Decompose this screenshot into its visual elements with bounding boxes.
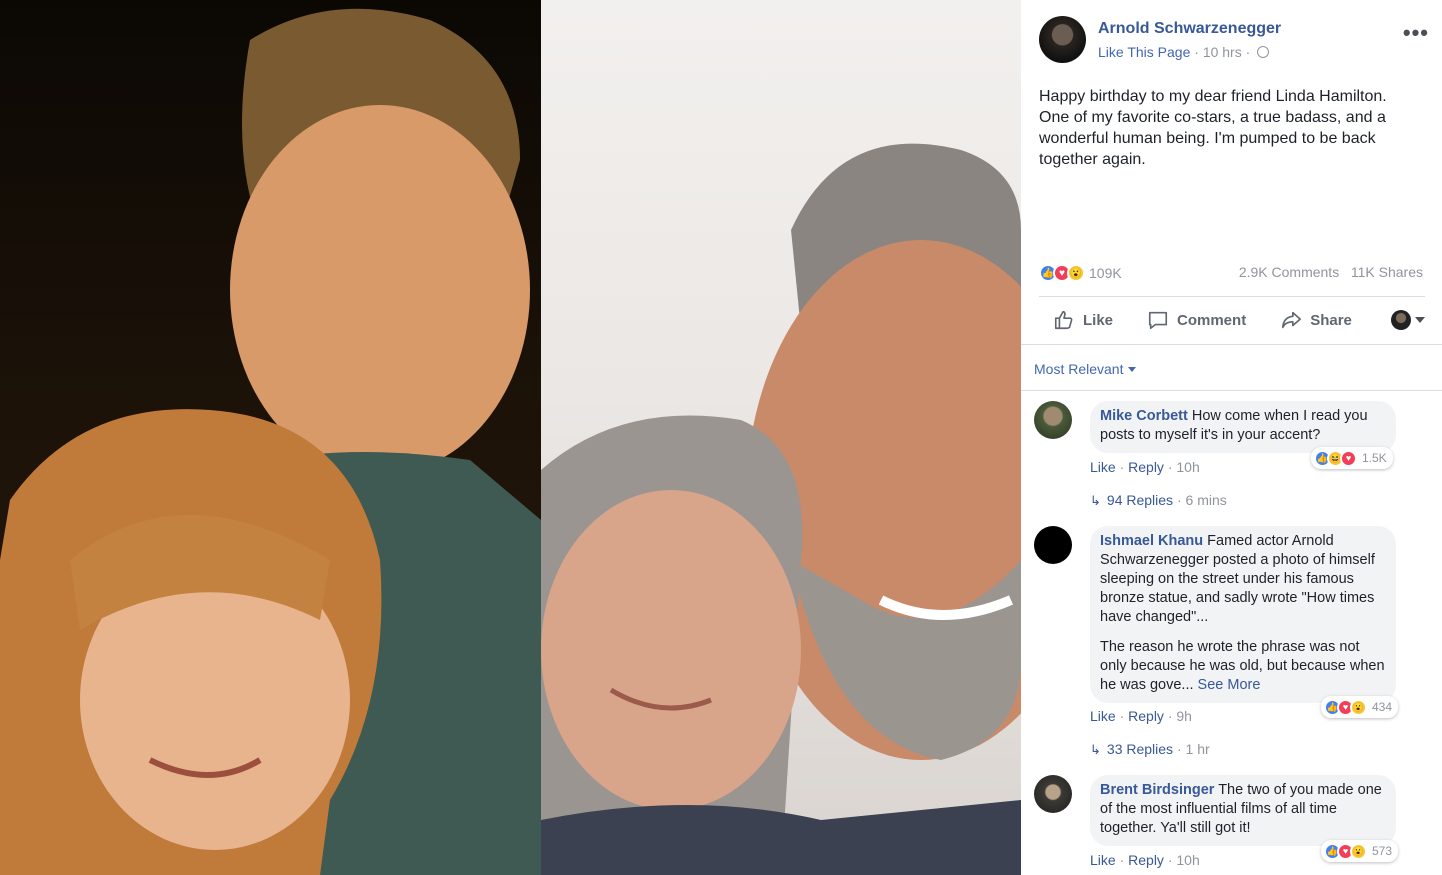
comment-time[interactable]: 9h (1176, 708, 1192, 724)
post-sidebar: Arnold Schwarzenegger Like This Page · 1… (1021, 0, 1442, 875)
comment-like-link[interactable]: Like (1090, 852, 1116, 868)
reaction-count: 1.5K (1362, 451, 1387, 465)
reaction-summary[interactable]: 👍 ♥ 😮 109K (1039, 264, 1122, 282)
comment-reactions[interactable]: 👍 ♥ 😮 573 (1321, 840, 1399, 862)
comment-reactions[interactable]: 👍 😆 ♥ 1.5K (1311, 447, 1393, 469)
love-icon: ♥ (1340, 449, 1357, 467)
post-header: Arnold Schwarzenegger Like This Page · 1… (1039, 16, 1429, 64)
stats-right: 2.9K Comments 11K Shares (1239, 264, 1423, 280)
comment-reactions[interactable]: 👍 ♥ 😮 434 (1321, 696, 1399, 718)
more-options-icon[interactable]: ••• (1403, 20, 1429, 46)
share-label: Share (1310, 311, 1352, 329)
commenter-avatar[interactable] (1034, 775, 1072, 813)
sort-dropdown[interactable]: Most Relevant (1034, 361, 1137, 377)
reaction-count: 434 (1372, 700, 1393, 714)
comment-item: Mike Corbett How come when I read you po… (1034, 401, 1434, 511)
share-icon (1282, 311, 1302, 329)
photo-right-selfie (541, 0, 1021, 875)
meta-sep: · (1194, 44, 1199, 60)
meta-sep-2: · (1245, 44, 1251, 60)
comments-count[interactable]: 2.9K Comments (1239, 264, 1339, 280)
comment-reply-link[interactable]: Reply (1128, 852, 1164, 868)
view-replies[interactable]: ↳ 33 Replies · 1 hr (1090, 741, 1210, 758)
commenter-avatar[interactable] (1034, 526, 1072, 564)
reaction-count: 109K (1089, 265, 1122, 281)
comment-bubble: Mike Corbett How come when I read you po… (1090, 401, 1396, 453)
comment-time[interactable]: 10h (1176, 852, 1199, 868)
view-replies[interactable]: ↳ 94 Replies · 6 mins (1090, 492, 1227, 509)
comment-reply-link[interactable]: Reply (1128, 459, 1164, 475)
comment-button[interactable]: Comment (1147, 309, 1246, 331)
comment-icon (1148, 311, 1168, 330)
like-page-link[interactable]: Like This Page (1098, 44, 1190, 60)
share-button[interactable]: Share (1280, 309, 1352, 331)
replies-link[interactable]: 33 Replies (1107, 741, 1173, 757)
comment-reply-link[interactable]: Reply (1128, 708, 1164, 724)
commenter-name[interactable]: Ishmael Khanu (1100, 533, 1203, 549)
caret-down-icon (1415, 317, 1425, 323)
page-identity-selector[interactable] (1391, 310, 1425, 330)
comment-actions: Like · Reply · 10h (1090, 459, 1200, 475)
commenter-name[interactable]: Brent Birdsinger (1100, 782, 1214, 798)
thumbs-up-icon (1054, 310, 1073, 330)
caret-down-icon (1128, 367, 1137, 372)
post-text: Happy birthday to my dear friend Linda H… (1039, 88, 1387, 168)
like-button[interactable]: Like (1053, 309, 1113, 331)
post-time[interactable]: 10 hrs (1203, 44, 1242, 60)
comment-bubble: Brent Birdsinger The two of you made one… (1090, 775, 1396, 846)
commenter-avatar[interactable] (1034, 401, 1072, 439)
comment-time[interactable]: 10h (1176, 459, 1199, 475)
sort-label: Most Relevant (1034, 361, 1124, 377)
author-name[interactable]: Arnold Schwarzenegger (1098, 20, 1281, 38)
reply-arrow-icon: ↳ (1090, 742, 1101, 757)
post-meta: Like This Page · 10 hrs · (1098, 44, 1270, 60)
comment-bubble: Ishmael Khanu Famed actor Arnold Schwarz… (1090, 526, 1396, 703)
wow-icon: 😮 (1067, 264, 1085, 282)
commenter-name[interactable]: Mike Corbett (1100, 408, 1188, 424)
photo-left-vintage (0, 0, 541, 875)
comment-actions: Like · Reply · 10h (1090, 852, 1200, 868)
comment-sort-bar: Most Relevant (1021, 344, 1442, 391)
post-stats: 👍 ♥ 😮 109K 2.9K Comments 11K Shares (1039, 264, 1423, 286)
comment-like-link[interactable]: Like (1090, 459, 1116, 475)
globe-icon (1257, 46, 1270, 58)
page-avatar-icon (1391, 310, 1411, 330)
comment-like-link[interactable]: Like (1090, 708, 1116, 724)
comment-label: Comment (1177, 311, 1247, 329)
comment-actions: Like · Reply · 9h (1090, 708, 1192, 724)
see-more-link[interactable]: See More (1198, 677, 1261, 693)
divider (1039, 296, 1425, 297)
reaction-count: 573 (1372, 844, 1393, 858)
replies-time: 1 hr (1185, 741, 1210, 757)
wow-icon: 😮 (1350, 842, 1367, 860)
replies-link[interactable]: 94 Replies (1107, 492, 1173, 508)
wow-icon: 😮 (1350, 698, 1367, 716)
author-avatar[interactable] (1039, 16, 1086, 63)
comment-item: Brent Birdsinger The two of you made one… (1034, 775, 1434, 875)
like-label: Like (1083, 311, 1114, 329)
reply-arrow-icon: ↳ (1090, 493, 1101, 508)
action-bar: Like Comment Share (1039, 300, 1425, 340)
shares-count[interactable]: 11K Shares (1351, 264, 1423, 280)
replies-time: 6 mins (1185, 492, 1227, 508)
comment-item: Ishmael Khanu Famed actor Arnold Schwarz… (1034, 526, 1434, 761)
post-photo[interactable] (0, 0, 1021, 875)
